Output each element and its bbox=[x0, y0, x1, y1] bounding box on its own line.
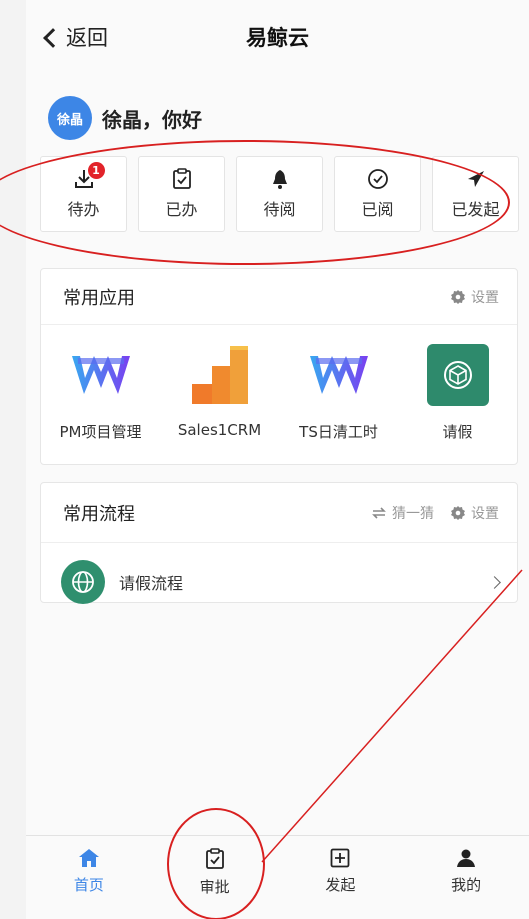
app-label: 请假 bbox=[442, 423, 473, 441]
app-pm[interactable]: PM项目管理 bbox=[46, 343, 156, 442]
unread-badge: 1 bbox=[87, 162, 105, 179]
plus-square-icon bbox=[330, 848, 350, 868]
app-label: PM项目管理 bbox=[59, 423, 142, 441]
check-circle-icon bbox=[367, 168, 389, 190]
card-header: 常用应用 设置 bbox=[41, 269, 517, 325]
person-icon bbox=[457, 849, 476, 867]
clipboard-check-icon bbox=[205, 848, 224, 869]
greeting-row: 徐晶 徐晶，你好 bbox=[48, 96, 202, 140]
tile-initiated[interactable]: 已发起 bbox=[432, 156, 519, 232]
common-flows-card: 常用流程 猜一猜 设置 请假流程 bbox=[40, 482, 518, 604]
tab-home[interactable]: 首页 bbox=[26, 836, 152, 919]
settings-button[interactable]: 设置 bbox=[450, 503, 499, 523]
phone-screen: 返回 易鲸云 徐晶 徐晶，你好 1 待办 已办 待阅 已阅 已发起 常用应用 设… bbox=[26, 0, 529, 919]
tile-done[interactable]: 已办 bbox=[138, 156, 225, 232]
tile-label: 已阅 bbox=[361, 200, 394, 219]
tab-mine[interactable]: 我的 bbox=[403, 836, 529, 919]
tab-label: 发起 bbox=[325, 876, 356, 894]
header: 返回 易鲸云 bbox=[26, 0, 529, 78]
chevron-right-icon bbox=[488, 575, 501, 589]
send-icon bbox=[465, 168, 487, 190]
bar-chart-logo-icon bbox=[188, 343, 252, 407]
page-title: 易鲸云 bbox=[246, 26, 309, 50]
tile-label: 待阅 bbox=[263, 200, 296, 219]
refresh-icon bbox=[372, 506, 386, 519]
tab-initiate[interactable]: 发起 bbox=[278, 836, 404, 919]
flow-label: 请假流程 bbox=[119, 574, 184, 593]
gear-icon bbox=[451, 289, 465, 304]
clipboard-check-icon bbox=[171, 168, 193, 190]
common-apps-card: 常用应用 设置 PM项目管理 Sales1CRM TS日清工时 请假 bbox=[40, 268, 518, 465]
tab-bar: 首页 审批 发起 我的 bbox=[26, 835, 529, 919]
gear-icon bbox=[451, 505, 465, 520]
bell-icon bbox=[269, 168, 291, 190]
guess-button[interactable]: 猜一猜 bbox=[371, 503, 434, 523]
cube-icon bbox=[426, 343, 490, 407]
card-title: 常用流程 bbox=[63, 503, 135, 525]
tile-label: 待办 bbox=[67, 200, 100, 219]
card-header: 常用流程 猜一猜 设置 bbox=[41, 483, 517, 543]
ts-logo-icon bbox=[307, 343, 371, 407]
tile-todo[interactable]: 1 待办 bbox=[40, 156, 127, 232]
globe-icon bbox=[61, 560, 105, 604]
guess-label: 猜一猜 bbox=[392, 505, 434, 522]
tab-label: 审批 bbox=[199, 878, 230, 896]
home-icon bbox=[78, 849, 99, 867]
greeting-text: 徐晶，你好 bbox=[102, 107, 202, 132]
app-sales-crm[interactable]: Sales1CRM bbox=[165, 343, 275, 442]
quick-tiles: 1 待办 已办 待阅 已阅 已发起 bbox=[40, 156, 529, 232]
app-leave[interactable]: 请假 bbox=[403, 343, 513, 442]
flow-item-leave[interactable]: 请假流程 bbox=[41, 543, 517, 621]
card-title: 常用应用 bbox=[63, 287, 135, 309]
settings-button[interactable]: 设置 bbox=[450, 287, 499, 307]
tab-label: 我的 bbox=[451, 876, 482, 894]
app-label: TS日清工时 bbox=[299, 423, 378, 441]
app-label: Sales1CRM bbox=[177, 421, 262, 439]
app-ts-hours[interactable]: TS日清工时 bbox=[284, 343, 394, 442]
download-icon: 1 bbox=[73, 162, 105, 190]
ts-logo-icon bbox=[69, 343, 133, 407]
settings-label: 设置 bbox=[471, 505, 499, 522]
settings-label: 设置 bbox=[471, 289, 499, 306]
tab-approval[interactable]: 审批 bbox=[152, 836, 278, 919]
tile-label: 已办 bbox=[165, 200, 198, 219]
tab-label: 首页 bbox=[73, 876, 104, 894]
tile-to-read[interactable]: 待阅 bbox=[236, 156, 323, 232]
avatar[interactable]: 徐晶 bbox=[48, 96, 92, 140]
tile-read[interactable]: 已阅 bbox=[334, 156, 421, 232]
tile-label: 已发起 bbox=[451, 200, 500, 219]
